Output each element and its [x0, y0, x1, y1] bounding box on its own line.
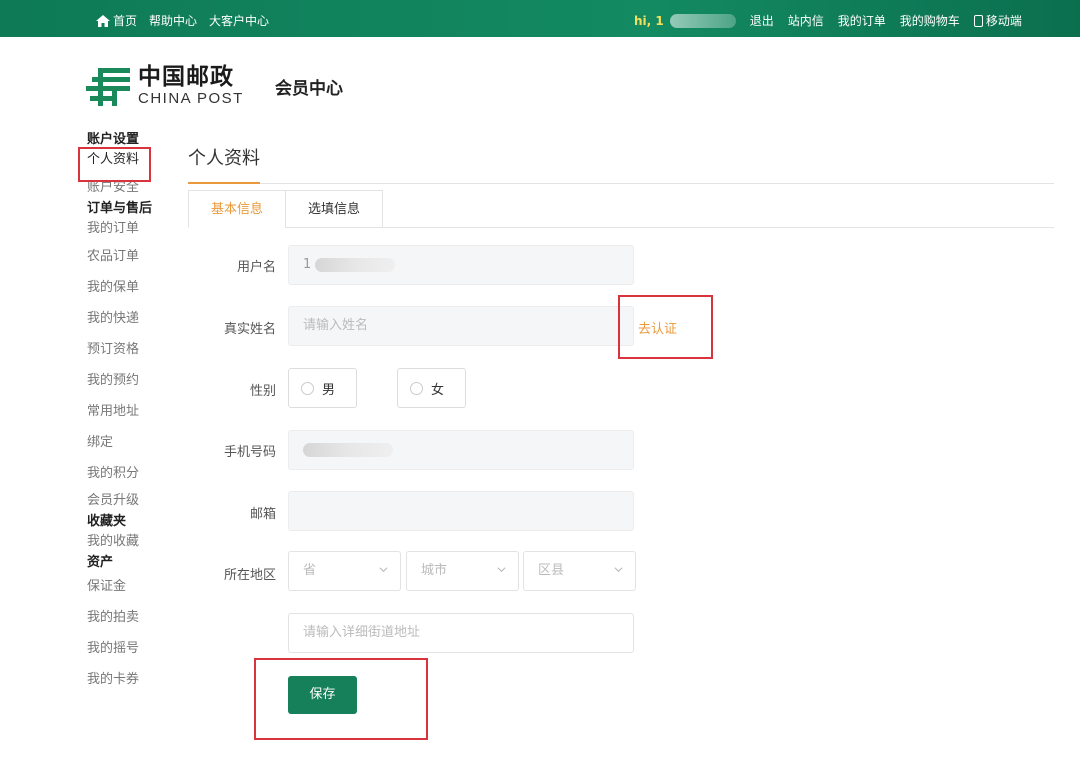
email-field[interactable] — [288, 491, 634, 531]
province-select[interactable]: 省 — [288, 551, 401, 591]
sidebar-group-assets: 资产 — [87, 554, 167, 571]
page-title: 个人资料 — [188, 144, 260, 170]
tab-bar: 基本信息 选填信息 — [188, 190, 383, 228]
district-select[interactable]: 区县 — [523, 551, 636, 591]
realname-input[interactable]: 请输入姓名 — [288, 306, 634, 346]
cart-link[interactable]: 我的购物车 — [900, 12, 960, 29]
member-center-title: 会员中心 — [275, 74, 343, 99]
district-placeholder: 区县 — [538, 563, 564, 578]
mobile-label: 移动端 — [986, 12, 1022, 29]
sidebar-group-favorites: 收藏夹 — [87, 513, 167, 530]
china-post-emblem-icon — [86, 64, 132, 108]
home-label: 首页 — [113, 12, 137, 29]
home-link[interactable]: 首页 — [96, 12, 137, 29]
sidebar-item-appointments[interactable]: 我的预约 — [87, 365, 167, 396]
logout-link[interactable]: 退出 — [750, 12, 774, 29]
title-divider — [188, 183, 1054, 184]
my-orders-link[interactable]: 我的订单 — [838, 12, 886, 29]
chevron-down-icon — [497, 565, 506, 574]
sidebar-item-coupons[interactable]: 我的卡券 — [87, 664, 167, 695]
username-field[interactable]: 1 — [288, 245, 634, 285]
username-value: 1 — [303, 257, 311, 272]
user-greeting: hi, 1 — [634, 14, 664, 28]
radio-circle-icon — [301, 382, 314, 395]
redacted-username — [670, 14, 736, 28]
tab-optional-info[interactable]: 选填信息 — [285, 190, 383, 228]
sidebar-item-binding[interactable]: 绑定 — [87, 427, 167, 458]
realname-label: 真实姓名 — [194, 318, 276, 337]
gender-male-label: 男 — [322, 379, 335, 398]
gender-label: 性别 — [194, 380, 276, 399]
chevron-down-icon — [379, 565, 388, 574]
annotation-box-save — [254, 658, 428, 740]
sidebar-item-upgrade[interactable]: 会员升级 — [87, 489, 167, 513]
sidebar-group-orders: 订单与售后 — [87, 200, 167, 217]
help-center-link[interactable]: 帮助中心 — [149, 12, 197, 29]
sidebar-item-reservation-eligibility[interactable]: 预订资格 — [87, 334, 167, 365]
home-icon — [96, 15, 110, 27]
chevron-down-icon — [614, 565, 623, 574]
username-label: 用户名 — [194, 256, 276, 275]
sidebar-item-deposit[interactable]: 保证金 — [87, 571, 167, 602]
gender-male-radio[interactable]: 男 — [288, 368, 357, 408]
sidebar-item-addresses[interactable]: 常用地址 — [87, 396, 167, 427]
sidebar-item-lottery[interactable]: 我的摇号 — [87, 633, 167, 664]
sidebar-item-my-orders[interactable]: 我的订单 — [87, 217, 167, 241]
annotation-box-verify — [618, 295, 713, 359]
logo-chinese-text: 中国邮政 — [138, 64, 244, 90]
sidebar-item-policies[interactable]: 我的保单 — [87, 272, 167, 303]
gender-female-label: 女 — [431, 379, 444, 398]
phone-label: 手机号码 — [194, 441, 276, 460]
redacted-username-value — [315, 258, 395, 272]
gender-female-radio[interactable]: 女 — [397, 368, 466, 408]
province-placeholder: 省 — [303, 563, 316, 578]
city-select[interactable]: 城市 — [406, 551, 519, 591]
mobile-link[interactable]: 移动端 — [974, 12, 1022, 29]
email-label: 邮箱 — [194, 503, 276, 522]
street-address-input[interactable]: 请输入详细街道地址 — [288, 613, 634, 653]
city-placeholder: 城市 — [421, 563, 447, 578]
logo-english-text: CHINA POST — [138, 90, 244, 108]
top-bar: 首页 帮助中心 大客户中心 hi, 1 退出 站内信 我的订单 我的购物车 移动… — [0, 0, 1080, 37]
sidebar-item-favorites[interactable]: 我的收藏 — [87, 530, 167, 554]
radio-circle-icon — [410, 382, 423, 395]
sidebar-group-account: 账户设置 — [87, 131, 167, 148]
sidebar-item-express[interactable]: 我的快递 — [87, 303, 167, 334]
inbox-link[interactable]: 站内信 — [788, 12, 824, 29]
sidebar-item-farm-orders[interactable]: 农品订单 — [87, 241, 167, 272]
annotation-box-profile — [78, 147, 151, 182]
tab-basic-info[interactable]: 基本信息 — [188, 190, 285, 228]
region-label: 所在地区 — [194, 564, 276, 583]
china-post-logo[interactable]: 中国邮政 CHINA POST — [86, 64, 244, 108]
sidebar-item-points[interactable]: 我的积分 — [87, 458, 167, 489]
vip-center-link[interactable]: 大客户中心 — [209, 12, 269, 29]
phone-field[interactable] — [288, 430, 634, 470]
redacted-phone-value — [303, 443, 393, 457]
tab-divider — [382, 227, 1054, 228]
title-underline — [188, 182, 260, 184]
sidebar: 账户设置 个人资料 账户安全 订单与售后 我的订单 农品订单 我的保单 我的快递… — [87, 131, 167, 695]
phone-icon — [974, 15, 983, 27]
sidebar-item-auctions[interactable]: 我的拍卖 — [87, 602, 167, 633]
